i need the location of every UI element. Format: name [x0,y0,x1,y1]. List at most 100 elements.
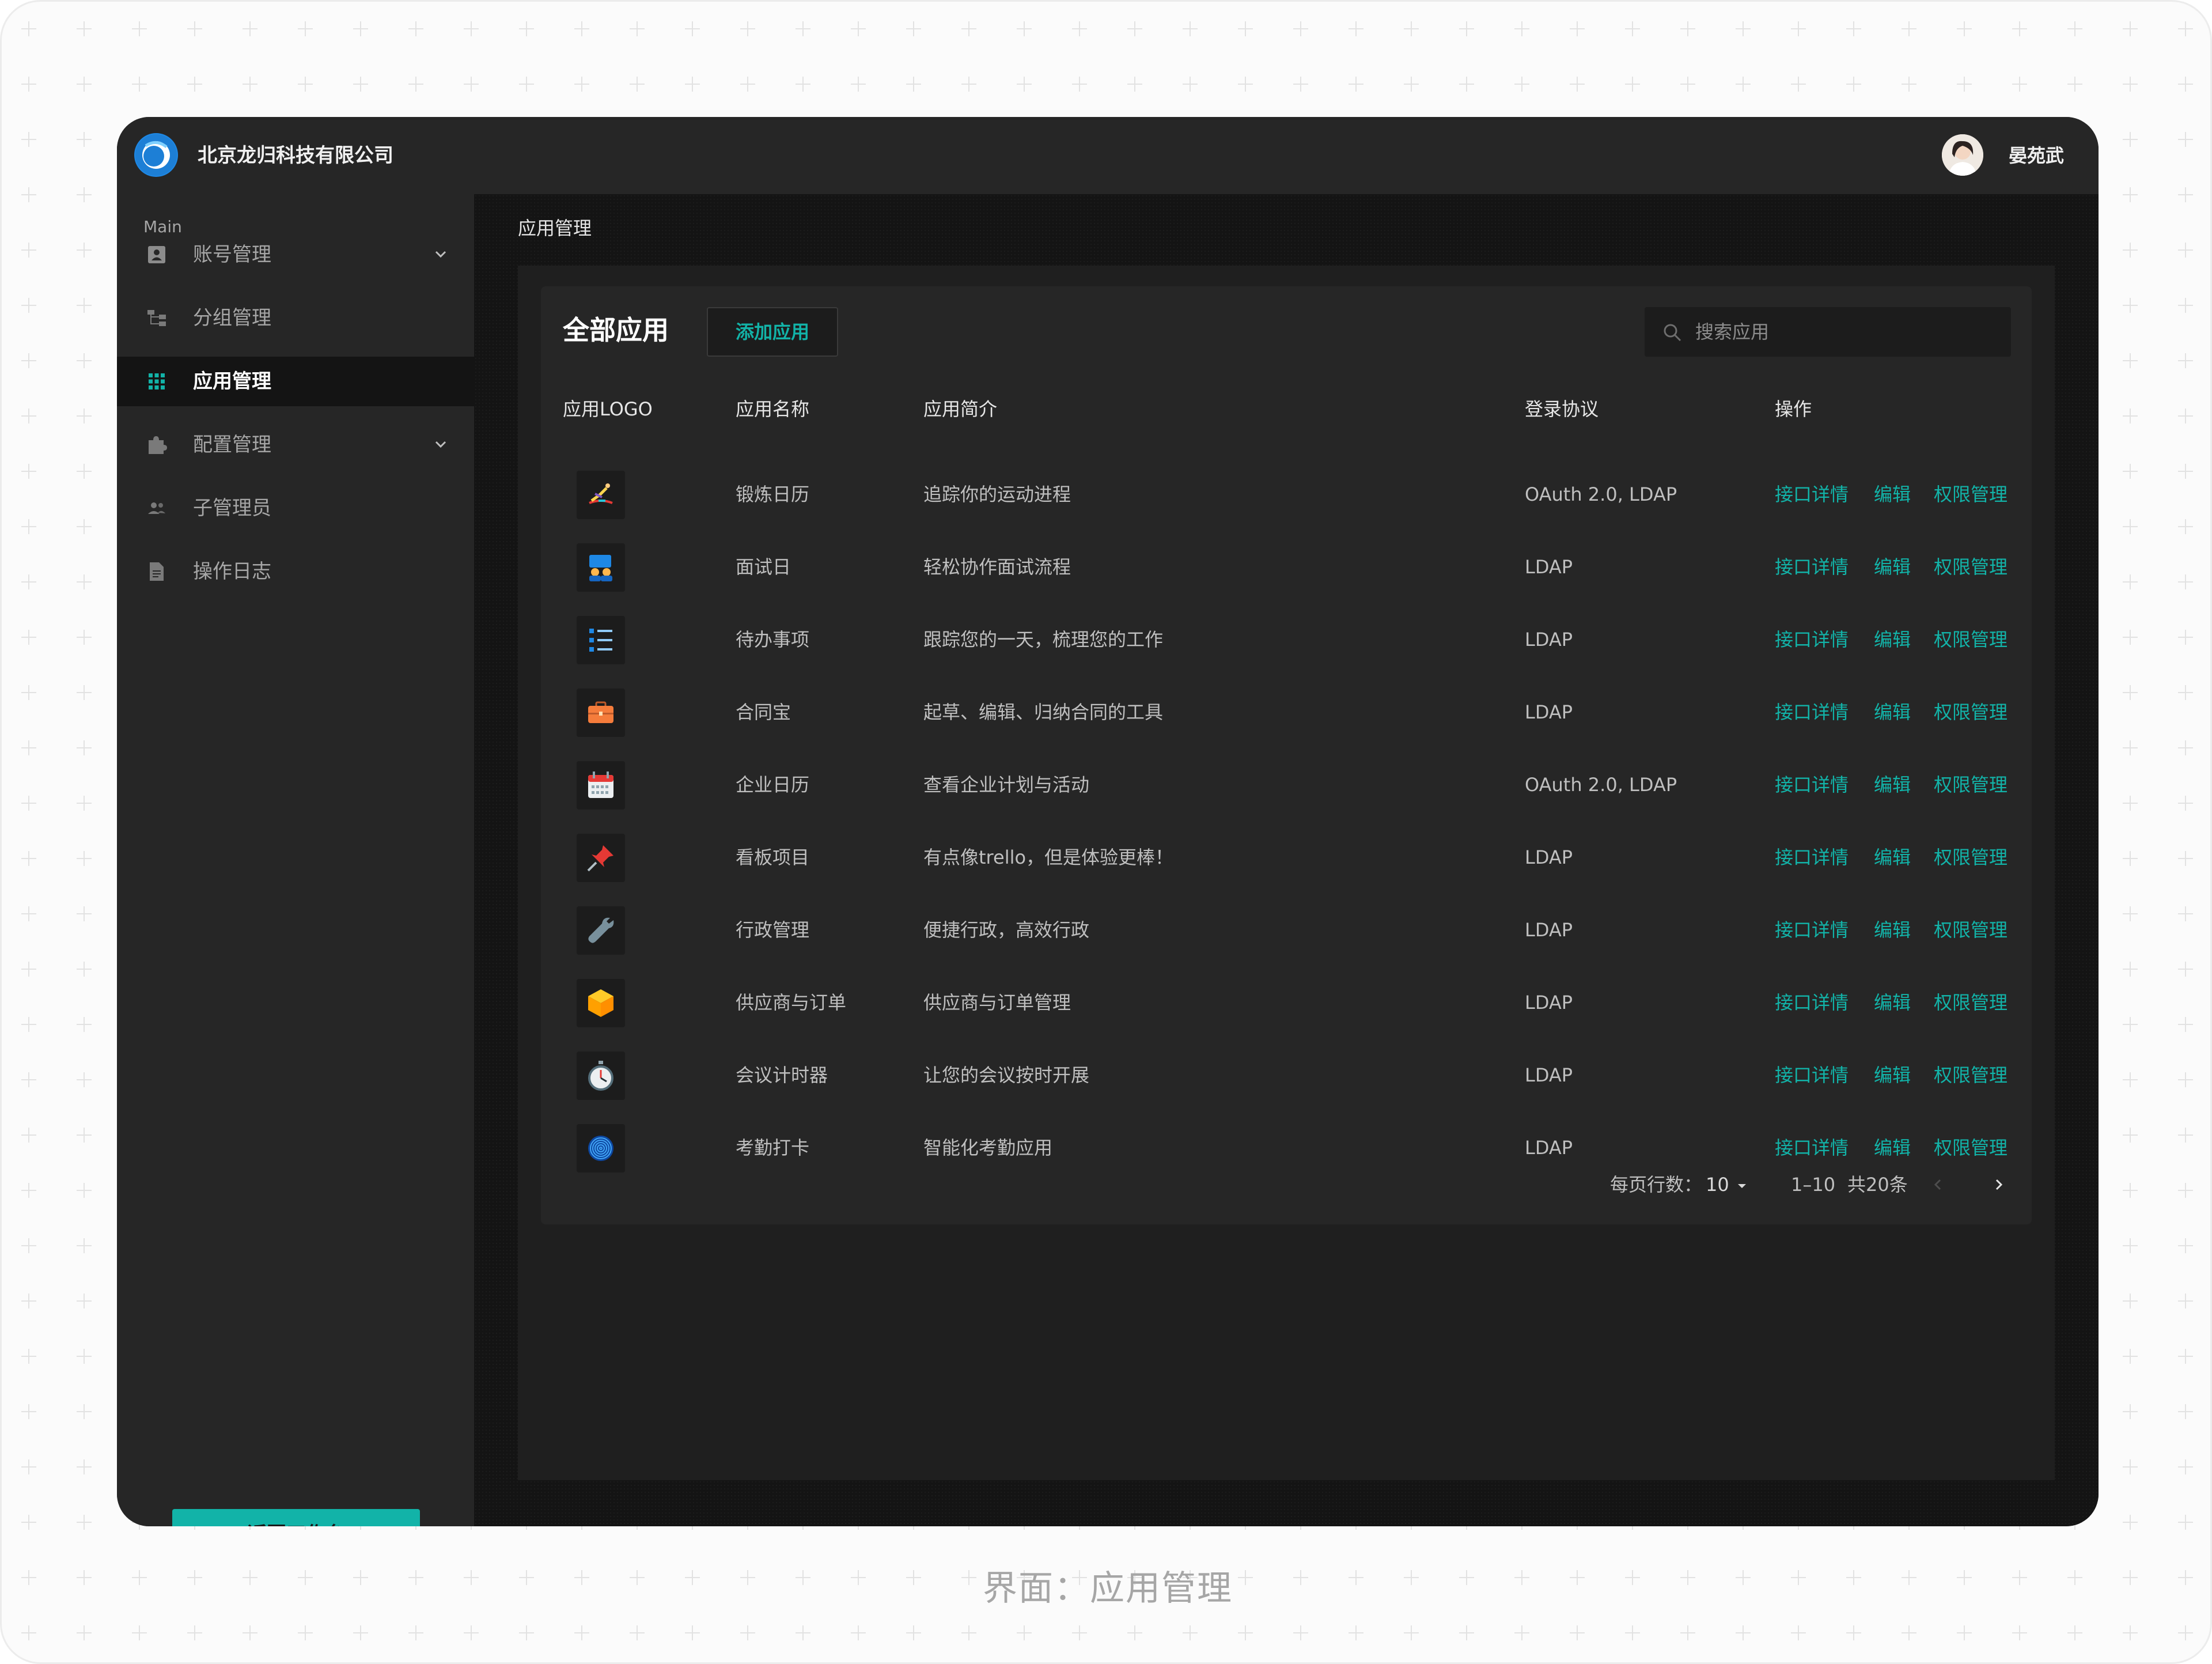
caret-down-icon [1737,1184,1746,1188]
table-row: 锻炼日历 追踪你的运动进程 OAuth 2.0, LDAP 接口详情 编辑 权限管理 [541,459,2032,531]
login-protocol: LDAP [1525,1064,1573,1086]
app-description: 便捷行政，高效行政 [923,919,1090,941]
edit-link[interactable]: 编辑 [1874,554,1911,580]
permissions-link[interactable]: 权限管理 [1934,844,2008,871]
stopwatch-icon [577,1052,625,1100]
sidebar-item-config[interactable]: 配置管理 [117,420,474,470]
app-name: 看板项目 [736,846,810,868]
app-name: 合同宝 [736,701,791,723]
permissions-link[interactable]: 权限管理 [1934,989,2008,1016]
main-area: 应用管理 全部应用 添加应用 应用LOGO 应用名称 应用简介 登录协议 操作 … [474,194,2099,1526]
api-details-link[interactable]: 接口详情 [1775,917,1849,943]
login-protocol: LDAP [1525,992,1573,1013]
chevron-down-icon[interactable] [431,245,450,263]
sidebar-item-accounts[interactable]: 账号管理 [117,230,474,279]
sidebar-item-label: 操作日志 [193,560,271,583]
column-header-actions: 操作 [1775,398,1812,420]
app-name: 面试日 [736,556,791,578]
login-protocol: LDAP [1525,919,1573,941]
permissions-link[interactable]: 权限管理 [1934,481,2008,508]
previous-page-icon[interactable] [1929,1176,1946,1193]
app-description: 起草、编辑、归纳合同的工具 [923,701,1164,723]
permissions-link[interactable]: 权限管理 [1934,626,2008,653]
search-box[interactable] [1645,307,2011,357]
login-protocol: LDAP [1525,1137,1573,1159]
login-protocol: OAuth 2.0, LDAP [1525,774,1677,796]
column-header-logo: 应用LOGO [563,398,653,420]
sidebar-item-label: 账号管理 [193,243,271,266]
back-to-workbench-button[interactable]: 返回工作台 [172,1509,420,1526]
sidebar-item-logs[interactable]: 操作日志 [117,547,474,596]
column-header-name: 应用名称 [736,398,810,420]
api-details-link[interactable]: 接口详情 [1775,699,1849,725]
edit-link[interactable]: 编辑 [1874,699,1911,725]
edit-link[interactable]: 编辑 [1874,989,1911,1016]
search-icon [1664,324,1681,342]
login-protocol: LDAP [1525,701,1573,723]
api-details-link[interactable]: 接口详情 [1775,1134,1849,1161]
hierarchy-icon [146,307,168,329]
permissions-link[interactable]: 权限管理 [1934,1134,2008,1161]
app-name: 锻炼日历 [736,483,810,505]
sidebar-item-subadmins[interactable]: 子管理员 [117,483,474,533]
column-header-description: 应用简介 [923,398,998,420]
edit-link[interactable]: 编辑 [1874,626,1911,653]
sidebar-item-label: 应用管理 [193,370,271,393]
table-row: 会议计时器 让您的会议按时开展 LDAP 接口详情 编辑 权限管理 [541,1040,2032,1111]
api-details-link[interactable]: 接口详情 [1775,844,1849,871]
pushpin-icon [577,834,625,882]
user-name[interactable]: 晏苑武 [2009,142,2064,169]
total-count: 共20条 [1847,1174,1908,1196]
app-description: 跟踪您的一天，梳理您的工作 [923,629,1164,651]
sidebar-item-label: 分组管理 [193,307,271,330]
apps-card: 全部应用 添加应用 应用LOGO 应用名称 应用简介 登录协议 操作 锻炼日历 追… [541,286,2032,1224]
app-description: 让您的会议按时开展 [923,1064,1090,1086]
api-details-link[interactable]: 接口详情 [1775,481,1849,508]
table-row: 面试日 轻松协作面试流程 LDAP 接口详情 编辑 权限管理 [541,532,2032,603]
wrench-icon [577,906,625,955]
api-details-link[interactable]: 接口详情 [1775,554,1849,580]
api-details-link[interactable]: 接口详情 [1775,772,1849,798]
app-description: 有点像trello，但是体验更棒！ [923,846,1174,868]
add-app-button[interactable]: 添加应用 [707,307,838,357]
table-row: 合同宝 起草、编辑、归纳合同的工具 LDAP 接口详情 编辑 权限管理 [541,677,2032,748]
edit-link[interactable]: 编辑 [1874,481,1911,508]
user-avatar[interactable] [1942,134,1983,176]
box-icon [577,979,625,1027]
interview-icon [577,543,625,592]
sidebar-item-apps[interactable]: 应用管理 [117,357,474,406]
app-description: 智能化考勤应用 [923,1137,1053,1159]
permissions-link[interactable]: 权限管理 [1934,699,2008,725]
api-details-link[interactable]: 接口详情 [1775,1062,1849,1088]
permissions-link[interactable]: 权限管理 [1934,1062,2008,1088]
edit-link[interactable]: 编辑 [1874,844,1911,871]
permissions-link[interactable]: 权限管理 [1934,554,2008,580]
grid-icon [146,370,168,392]
edit-link[interactable]: 编辑 [1874,772,1911,798]
app-description: 轻松协作面试流程 [923,556,1071,578]
id-card-icon [146,244,168,266]
edit-link[interactable]: 编辑 [1874,917,1911,943]
puzzle-icon [146,434,168,456]
edit-link[interactable]: 编辑 [1874,1134,1911,1161]
rows-per-page-value: 10 [1706,1174,1729,1196]
app-description: 追踪你的运动进程 [923,483,1071,505]
permissions-link[interactable]: 权限管理 [1934,772,2008,798]
users-icon [146,497,168,519]
chevron-down-icon[interactable] [431,435,450,453]
app-name: 会议计时器 [736,1064,828,1086]
next-page-icon[interactable] [1990,1176,2008,1193]
company-logo[interactable] [134,133,178,177]
sidebar-item-groups[interactable]: 分组管理 [117,293,474,343]
table-row: 企业日历 查看企业计划与活动 OAuth 2.0, LDAP 接口详情 编辑 权限管理 [541,750,2032,821]
permissions-link[interactable]: 权限管理 [1934,917,2008,943]
search-input[interactable] [1695,317,1995,346]
api-details-link[interactable]: 接口详情 [1775,626,1849,653]
app-description: 供应商与订单管理 [923,992,1071,1013]
calendar-icon [577,761,625,810]
checklist-icon [577,616,625,664]
table-row: 看板项目 有点像trello，但是体验更棒！ LDAP 接口详情 编辑 权限管理 [541,822,2032,894]
edit-link[interactable]: 编辑 [1874,1062,1911,1088]
rows-per-page-select[interactable]: 10 [1706,1171,1749,1198]
api-details-link[interactable]: 接口详情 [1775,989,1849,1016]
